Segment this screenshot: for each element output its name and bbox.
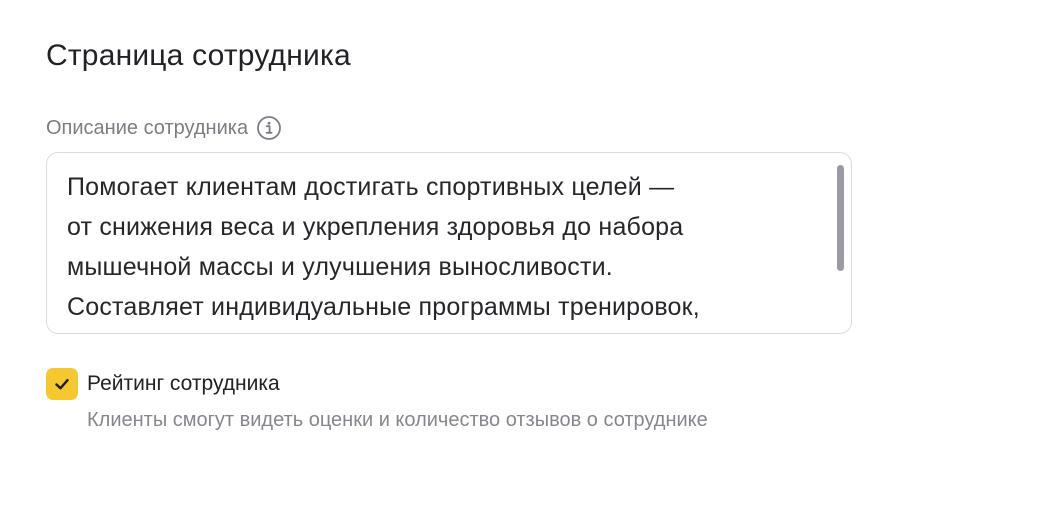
rating-option-texts: Рейтинг сотрудника Клиенты смогут видеть… — [87, 368, 747, 436]
description-label: Описание сотрудника — [46, 117, 249, 139]
description-text[interactable]: Помогает клиентам достигать спортивных ц… — [67, 167, 827, 327]
textarea-scrollbar[interactable] — [837, 165, 844, 271]
employee-page-settings: Страница сотрудника Описание сотрудника … — [0, 0, 1052, 520]
info-icon[interactable] — [256, 115, 282, 141]
description-label-row: Описание сотрудника — [46, 114, 282, 142]
description-textarea[interactable]: Помогает клиентам достигать спортивных ц… — [46, 152, 852, 334]
check-icon — [55, 379, 69, 390]
rating-checkbox-label[interactable]: Рейтинг сотрудника — [87, 368, 747, 400]
rating-option: Рейтинг сотрудника Клиенты смогут видеть… — [46, 368, 747, 436]
page-title: Страница сотрудника — [46, 39, 351, 72]
rating-checkbox[interactable] — [46, 368, 78, 400]
rating-checkbox-hint: Клиенты смогут видеть оценки и количеств… — [87, 409, 708, 431]
